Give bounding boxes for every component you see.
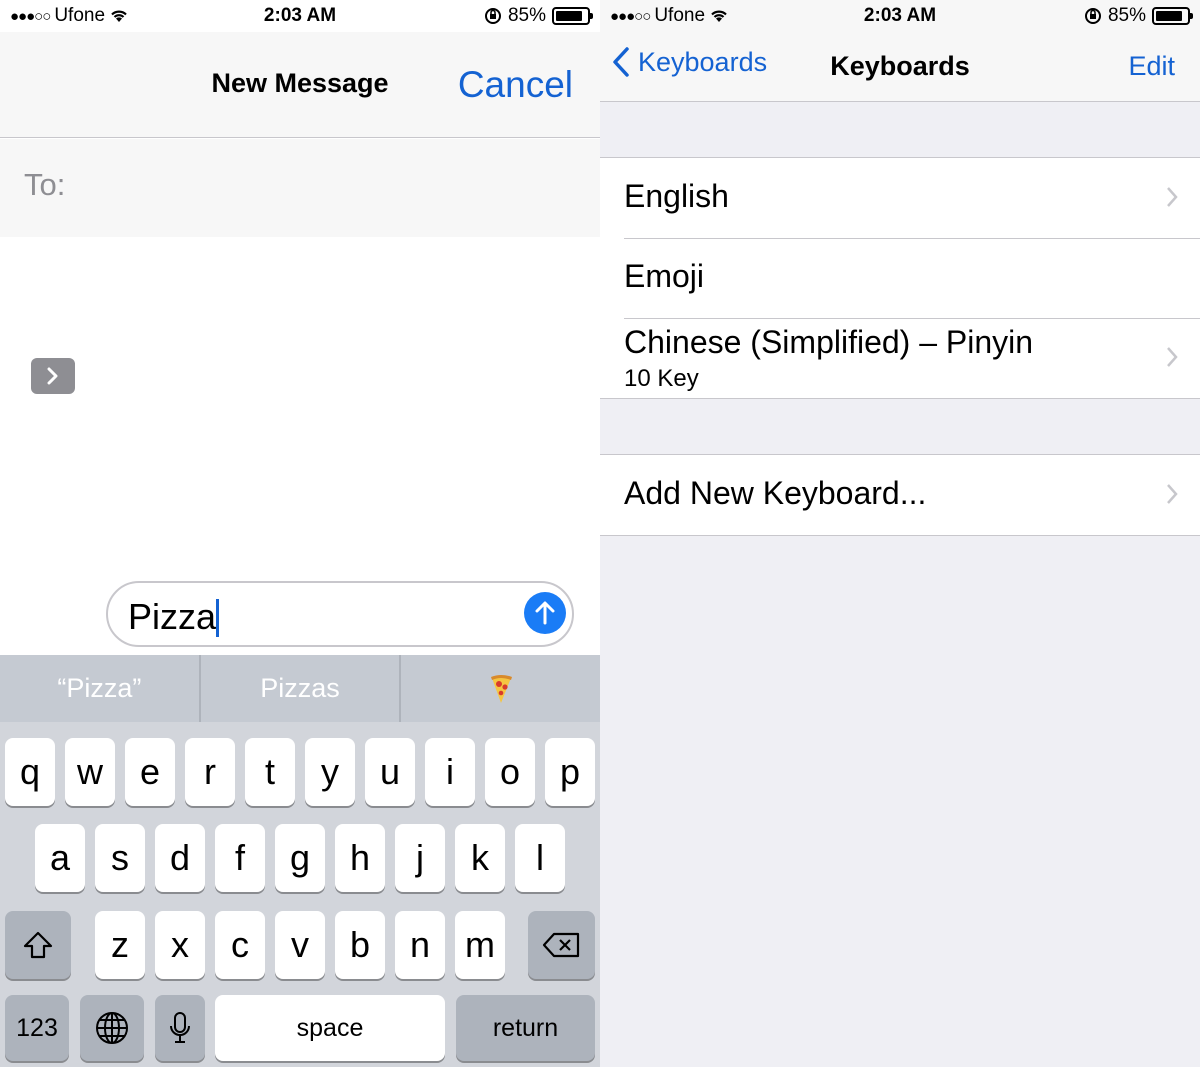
globe-icon [96,1012,128,1044]
shift-key[interactable] [5,911,71,979]
key-l[interactable]: l [515,824,565,892]
add-new-keyboard-cell[interactable]: Add New Keyboard... [600,455,1200,535]
key-h[interactable]: h [335,824,385,892]
keyboards-list: English Emoji Chinese (Simplified) – Pin… [600,157,1200,399]
to-label: To: [24,167,66,202]
add-keyboard-label: Add New Keyboard... [624,475,927,511]
battery-percent: 85% [1107,5,1146,26]
keyboard-cell-english[interactable]: English [600,158,1200,238]
chevron-right-icon [47,367,58,385]
shift-icon [23,931,53,959]
edit-button[interactable]: Edit [1128,51,1175,82]
arrow-up-icon [535,601,555,625]
status-bar: ●●●○○ Ufone 2:03 AM 85% [0,0,600,32]
dictation-key[interactable] [155,995,205,1061]
key-r[interactable]: r [185,738,235,806]
delete-key[interactable] [528,911,595,979]
keyboard-name: Emoji [624,258,705,294]
status-right: 85% [484,5,593,27]
key-a[interactable]: a [35,824,85,892]
key-n[interactable]: n [395,911,445,979]
key-g[interactable]: g [275,824,325,892]
battery-percent: 85% [507,5,546,26]
prediction-pizzas[interactable]: Pizzas [201,655,402,722]
battery-icon [552,7,593,25]
key-f[interactable]: f [215,824,265,892]
key-v[interactable]: v [275,911,325,979]
prediction-emoji[interactable]: 🍕 [401,655,600,722]
chevron-right-icon [1167,484,1178,504]
key-s[interactable]: s [95,824,145,892]
key-j[interactable]: j [395,824,445,892]
new-message-screen: ●●●○○ Ufone 2:03 AM 85% New Message Canc… [0,0,600,1067]
key-k[interactable]: k [455,824,505,892]
keyboard-name: English [624,178,729,214]
keyboard: q w e r t y u i o p a s d f g h j k l z … [0,722,600,1067]
recipient-field[interactable]: To: [0,139,600,237]
key-d[interactable]: d [155,824,205,892]
prediction-quoted[interactable]: “Pizza” [0,655,201,722]
keyboard-cell-chinese[interactable]: Chinese (Simplified) – Pinyin 10 Key [600,318,1200,398]
page-title: Keyboards [830,51,970,81]
key-u[interactable]: u [365,738,415,806]
key-e[interactable]: e [125,738,175,806]
space-key[interactable]: space [215,995,445,1061]
chevron-right-icon [1167,347,1178,367]
return-key[interactable]: return [456,995,595,1061]
globe-key[interactable] [80,995,144,1061]
key-y[interactable]: y [305,738,355,806]
key-c[interactable]: c [215,911,265,979]
key-o[interactable]: o [485,738,535,806]
key-p[interactable]: p [545,738,595,806]
key-q[interactable]: q [5,738,55,806]
message-input-text: Pizza [128,596,217,637]
keyboard-subtitle: 10 Key [624,365,699,392]
battery-icon [1152,7,1193,25]
send-button[interactable] [524,592,566,634]
key-z[interactable]: z [95,911,145,979]
keyboard-cell-emoji[interactable]: Emoji [600,238,1200,318]
delete-icon [542,932,579,958]
message-input[interactable]: Pizza [106,581,574,647]
expand-apps-button[interactable] [31,358,75,394]
keyboard-name: Chinese (Simplified) – Pinyin [624,324,1034,360]
orientation-lock-icon [484,8,501,24]
numbers-key[interactable]: 123 [5,995,69,1061]
cancel-button[interactable]: Cancel [458,64,573,106]
navigation-bar: New Message Cancel [0,32,600,138]
text-caret [216,599,219,637]
key-t[interactable]: t [245,738,295,806]
navigation-bar: Keyboards Keyboards Edit [600,32,1200,102]
chevron-right-icon [1167,187,1178,207]
key-x[interactable]: x [155,911,205,979]
predictive-bar: “Pizza” Pizzas 🍕 [0,655,600,722]
key-b[interactable]: b [335,911,385,979]
add-keyboard-group: Add New Keyboard... [600,454,1200,536]
pizza-icon [490,674,512,703]
orientation-lock-icon [1084,8,1101,24]
key-i[interactable]: i [425,738,475,806]
microphone-icon [170,1012,190,1043]
key-w[interactable]: w [65,738,115,806]
status-right: 85% [1084,5,1193,27]
keyboards-settings-screen: ●●●○○ Ufone 2:03 AM 85% Keyboards Keyboa… [600,0,1200,1067]
status-bar: ●●●○○ Ufone 2:03 AM 85% [600,0,1200,32]
key-m[interactable]: m [455,911,505,979]
